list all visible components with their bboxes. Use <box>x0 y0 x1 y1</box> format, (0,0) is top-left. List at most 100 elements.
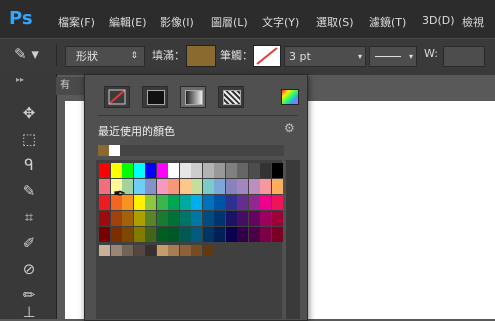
color-swatch[interactable] <box>248 163 260 178</box>
color-swatch[interactable] <box>99 179 110 194</box>
no-color-button[interactable] <box>104 86 130 108</box>
color-swatch[interactable] <box>202 179 214 194</box>
color-swatch[interactable] <box>145 179 156 194</box>
color-swatch[interactable] <box>110 245 122 256</box>
color-swatch[interactable] <box>214 179 225 194</box>
color-swatch[interactable] <box>225 195 237 210</box>
color-swatch[interactable] <box>168 245 179 256</box>
menu-item[interactable]: 影像(I) <box>160 14 194 30</box>
stamp-tool-icon[interactable]: ⊥ <box>18 305 40 320</box>
color-swatch[interactable] <box>271 211 283 226</box>
color-swatch[interactable] <box>237 163 248 178</box>
color-swatch[interactable] <box>99 163 110 178</box>
color-swatch[interactable] <box>168 179 179 194</box>
color-swatch[interactable] <box>202 163 214 178</box>
menu-item[interactable]: 選取(S) <box>316 14 354 30</box>
color-swatch[interactable] <box>214 163 225 178</box>
color-swatch[interactable] <box>202 195 214 210</box>
color-swatch[interactable] <box>237 195 248 210</box>
color-swatch[interactable] <box>260 195 271 210</box>
menu-item[interactable]: 檔案(F) <box>58 14 95 30</box>
color-swatch[interactable] <box>168 195 179 210</box>
swatch-scrollbar[interactable] <box>286 160 300 319</box>
crop-tool-icon[interactable]: ⌗ <box>18 206 40 228</box>
color-swatch[interactable] <box>145 227 156 242</box>
color-swatch[interactable] <box>99 227 110 242</box>
color-swatch[interactable] <box>110 227 122 242</box>
menu-item[interactable]: 編輯(E) <box>109 14 147 30</box>
color-swatch[interactable] <box>202 211 214 226</box>
color-swatch[interactable] <box>225 211 237 226</box>
menu-item[interactable]: 圖層(L) <box>211 14 248 30</box>
collapse-panel-icon[interactable]: ▸▸ <box>16 75 24 84</box>
color-swatch[interactable] <box>248 179 260 194</box>
move-tool-icon[interactable]: ✥ <box>18 102 40 124</box>
color-swatch[interactable] <box>202 227 214 242</box>
color-swatch[interactable] <box>133 163 145 178</box>
marquee-tool-icon[interactable]: ⬚ <box>18 128 40 150</box>
color-swatch[interactable] <box>179 211 191 226</box>
color-swatch[interactable] <box>214 227 225 242</box>
color-swatch[interactable] <box>145 163 156 178</box>
color-swatch[interactable] <box>168 227 179 242</box>
color-swatch[interactable] <box>225 163 237 178</box>
color-swatch[interactable] <box>133 179 145 194</box>
healing-brush-tool-icon[interactable]: ⊘ <box>18 258 40 280</box>
color-swatch[interactable] <box>156 245 168 256</box>
gear-icon[interactable]: ⚙ <box>284 121 295 135</box>
fill-swatch[interactable] <box>186 45 216 67</box>
color-swatch[interactable] <box>271 195 283 210</box>
color-swatch[interactable] <box>260 227 271 242</box>
color-swatch[interactable] <box>168 163 179 178</box>
color-swatch[interactable] <box>156 211 168 226</box>
color-swatch[interactable] <box>99 245 110 256</box>
color-swatch[interactable] <box>168 211 179 226</box>
color-swatch[interactable] <box>260 163 271 178</box>
color-swatch[interactable] <box>191 195 202 210</box>
color-swatch[interactable] <box>237 227 248 242</box>
color-swatch[interactable] <box>156 179 168 194</box>
shape-mode-select[interactable]: 形狀 ⇕ <box>65 46 145 67</box>
color-swatch[interactable] <box>122 211 133 226</box>
color-swatch[interactable] <box>271 179 283 194</box>
color-swatch[interactable] <box>271 227 283 242</box>
color-swatch[interactable] <box>225 179 237 194</box>
color-swatch[interactable] <box>156 163 168 178</box>
color-swatch[interactable] <box>145 245 156 256</box>
color-swatch[interactable] <box>122 227 133 242</box>
color-swatch[interactable] <box>133 227 145 242</box>
color-swatch[interactable] <box>133 195 145 210</box>
gradient-button[interactable] <box>180 86 206 108</box>
stroke-size-input[interactable]: 3 pt ▾ <box>284 46 366 67</box>
color-swatch[interactable] <box>179 163 191 178</box>
color-swatch[interactable] <box>133 211 145 226</box>
color-swatch[interactable] <box>110 211 122 226</box>
color-swatch[interactable] <box>99 195 110 210</box>
color-swatch[interactable] <box>179 195 191 210</box>
tool-preset-icon[interactable]: ✎ ▾ <box>14 45 48 67</box>
color-swatch[interactable] <box>122 163 133 178</box>
width-input[interactable] <box>443 46 485 67</box>
color-swatch[interactable] <box>191 245 202 256</box>
color-swatch[interactable] <box>179 227 191 242</box>
color-swatch[interactable] <box>214 195 225 210</box>
color-swatch[interactable] <box>191 227 202 242</box>
color-swatch[interactable] <box>248 227 260 242</box>
color-swatch[interactable] <box>145 211 156 226</box>
recent-color-swatch[interactable] <box>109 145 120 156</box>
eyedropper-tool-icon[interactable]: ✐ <box>18 232 40 254</box>
color-swatch[interactable] <box>145 195 156 210</box>
stroke-type-select[interactable]: ▾ <box>369 46 417 67</box>
color-swatch[interactable] <box>179 245 191 256</box>
menu-item[interactable]: 濾鏡(T) <box>369 14 406 30</box>
color-swatch[interactable] <box>248 195 260 210</box>
color-swatch[interactable] <box>156 227 168 242</box>
color-swatch[interactable] <box>225 227 237 242</box>
color-swatch[interactable] <box>214 211 225 226</box>
color-swatch[interactable] <box>110 163 122 178</box>
color-swatch[interactable] <box>133 245 145 256</box>
color-swatch[interactable] <box>191 211 202 226</box>
recent-color-swatch[interactable] <box>98 145 109 156</box>
color-swatch[interactable] <box>237 179 248 194</box>
color-swatch[interactable] <box>179 179 191 194</box>
